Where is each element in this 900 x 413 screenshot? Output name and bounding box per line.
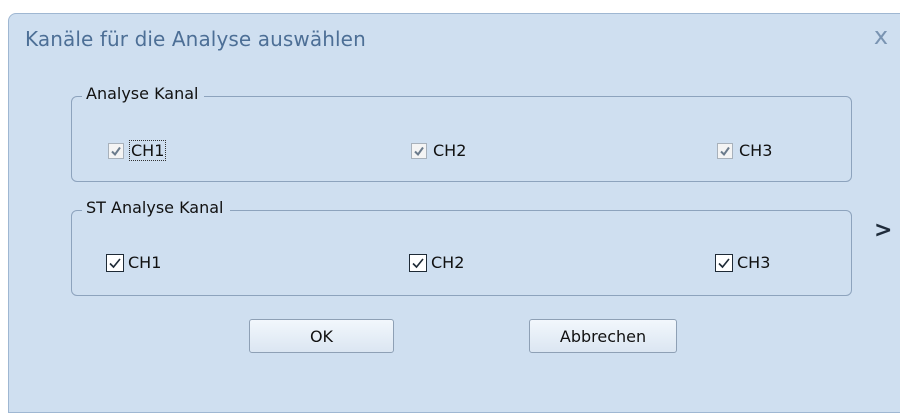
checkbox-checked-icon (108, 142, 124, 159)
st-analyse-channel-legend: ST Analyse Kanal (82, 198, 230, 217)
st-ch2-label: CH2 (431, 253, 465, 272)
cancel-button[interactable]: Abbrechen (529, 319, 677, 353)
st-analyse-channel-group: ST Analyse Kanal CH1 CH2 CH3 (71, 198, 852, 296)
checkbox-checked-icon (106, 253, 124, 272)
checkbox-checked-icon (715, 253, 733, 272)
channel-select-dialog: Kanäle für die Analyse auswählen x Analy… (8, 13, 900, 413)
analyse-ch1-checkbox[interactable]: CH1 (108, 140, 167, 161)
checkbox-checked-icon (717, 142, 733, 159)
ok-button[interactable]: OK (249, 319, 394, 353)
analyse-channel-group: Analyse Kanal CH1 CH2 CH3 (71, 84, 852, 182)
st-ch3-label: CH3 (737, 253, 771, 272)
analyse-ch3-checkbox[interactable]: CH3 (717, 141, 772, 160)
st-ch1-checkbox[interactable]: CH1 (106, 253, 161, 272)
st-ch1-label: CH1 (128, 253, 162, 272)
analyse-ch1-label: CH1 (128, 140, 167, 161)
checkbox-checked-icon (409, 253, 427, 272)
analyse-ch2-checkbox[interactable]: CH2 (411, 141, 466, 160)
st-ch3-checkbox[interactable]: CH3 (715, 253, 770, 272)
analyse-ch3-label: CH3 (739, 141, 773, 160)
dialog-title: Kanäle für die Analyse auswählen (25, 27, 366, 51)
dialog-titlebar[interactable]: Kanäle für die Analyse auswählen x (9, 14, 900, 62)
close-icon[interactable]: x (869, 24, 893, 48)
analyse-ch2-label: CH2 (433, 141, 467, 160)
st-ch2-checkbox[interactable]: CH2 (409, 253, 464, 272)
chevron-right-icon[interactable]: > (874, 218, 892, 243)
analyse-channel-legend: Analyse Kanal (82, 84, 205, 103)
checkbox-checked-icon (411, 142, 427, 159)
